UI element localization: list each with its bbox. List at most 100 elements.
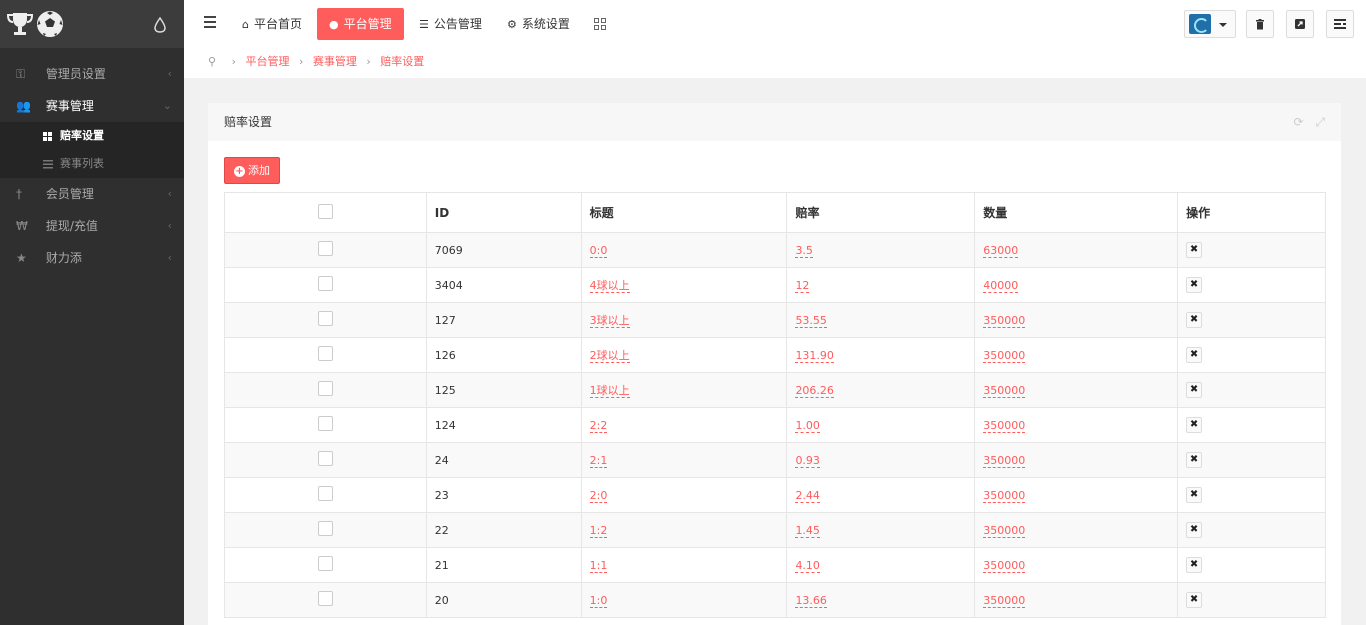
tab-announcement-management[interactable]: ☰ 公告管理 <box>407 8 494 40</box>
breadcrumb-item-match-management[interactable]: 赛事管理 <box>313 55 357 68</box>
editable-odds[interactable]: 53.55 <box>795 313 827 328</box>
tab-platform-management[interactable]: ● 平台管理 <box>317 8 404 40</box>
panel-header: 赔率设置 ⟳ ⤢ <box>208 103 1341 141</box>
tab-label: 公告管理 <box>433 17 482 31</box>
editable-odds[interactable]: 3.5 <box>795 243 813 258</box>
editable-odds[interactable]: 13.66 <box>795 593 827 608</box>
delete-button[interactable]: ✖ <box>1186 312 1203 328</box>
editable-odds[interactable]: 206.26 <box>795 383 834 398</box>
cell-id: 23 <box>425 477 582 513</box>
row-checkbox[interactable] <box>317 451 333 466</box>
delete-button[interactable]: ✖ <box>1186 487 1203 503</box>
submenu-match-management: 赔率设置 赛事列表 <box>0 122 184 178</box>
sidebar-item-withdraw-recharge[interactable]: ₩ 提现/充值 ‹ <box>0 210 184 242</box>
editable-odds[interactable]: 2.44 <box>795 488 820 503</box>
delete-button[interactable]: ✖ <box>1186 277 1203 293</box>
editable-odds[interactable]: 131.90 <box>795 348 834 363</box>
cell-quantity: 350000 <box>974 302 1179 338</box>
delete-button[interactable]: ✖ <box>1186 242 1203 258</box>
editable-odds[interactable]: 1.00 <box>795 418 820 433</box>
row-checkbox[interactable] <box>317 591 333 606</box>
sidebar-item-member-management[interactable]: † 会员管理 ‹ <box>0 178 184 210</box>
select-all-checkbox[interactable] <box>317 203 333 219</box>
row-checkbox[interactable] <box>317 346 333 361</box>
editable-odds[interactable]: 0.93 <box>795 453 820 468</box>
editable-quantity[interactable]: 350000 <box>983 453 1026 468</box>
sidebar-item-admin-settings[interactable]: ⚿ 管理员设置 ‹ <box>0 58 184 90</box>
delete-button[interactable]: ✖ <box>1186 522 1203 538</box>
delete-button[interactable]: ✖ <box>1186 452 1203 468</box>
editable-title[interactable]: 4球以上 <box>589 279 630 293</box>
row-checkbox[interactable] <box>317 311 333 326</box>
breadcrumb-item-odds-settings[interactable]: 赔率设置 <box>380 55 424 68</box>
row-checkbox[interactable] <box>317 556 333 571</box>
row-checkbox[interactable] <box>317 521 333 536</box>
row-checkbox[interactable] <box>317 276 333 291</box>
open-external-button[interactable] <box>1286 10 1314 38</box>
editable-quantity[interactable]: 350000 <box>983 558 1026 573</box>
editable-title[interactable]: 0:0 <box>589 243 608 258</box>
editable-quantity[interactable]: 350000 <box>983 593 1026 608</box>
sidebar-subitem-match-list[interactable]: 赛事列表 <box>0 150 184 178</box>
editable-title[interactable]: 3球以上 <box>589 314 630 328</box>
row-select-cell <box>224 267 427 303</box>
editable-title[interactable]: 2球以上 <box>589 349 630 363</box>
add-button[interactable]: + 添加 <box>224 157 280 184</box>
cell-odds: 1.00 <box>786 407 976 443</box>
refresh-icon[interactable]: ⟳ <box>1294 115 1304 129</box>
gear-icon: ⚙ <box>507 18 517 31</box>
breadcrumb-item-platform-management[interactable]: 平台管理 <box>245 55 289 68</box>
drop-icon[interactable] <box>154 17 166 33</box>
cell-actions: ✖ <box>1177 442 1326 478</box>
editable-quantity[interactable]: 350000 <box>983 488 1026 503</box>
delete-button[interactable]: ✖ <box>1186 557 1203 573</box>
editable-odds[interactable]: 1.45 <box>795 523 820 538</box>
editable-title[interactable]: 1:1 <box>589 558 608 573</box>
editable-title[interactable]: 2:1 <box>589 453 608 468</box>
delete-button[interactable]: ✖ <box>1186 347 1203 363</box>
row-checkbox[interactable] <box>317 381 333 396</box>
editable-title[interactable]: 1:2 <box>589 523 608 538</box>
user-icon: ● <box>329 18 339 31</box>
row-select-cell <box>224 407 427 443</box>
clear-cache-button[interactable] <box>1246 10 1274 38</box>
editable-title[interactable]: 1球以上 <box>589 384 630 398</box>
sidebar-item-finance[interactable]: ★ 财力添 ‹ <box>0 242 184 274</box>
delete-button[interactable]: ✖ <box>1186 417 1203 433</box>
delete-button[interactable]: ✖ <box>1186 592 1203 608</box>
user-avatar-dropdown[interactable] <box>1184 10 1236 38</box>
layout-settings-button[interactable] <box>1326 10 1354 38</box>
cell-id: 124 <box>425 407 582 443</box>
cell-quantity: 350000 <box>974 512 1179 548</box>
tab-system-settings[interactable]: ⚙ 系统设置 <box>495 8 582 40</box>
editable-title[interactable]: 2:0 <box>589 488 608 503</box>
hamburger-menu-icon[interactable] <box>204 16 216 30</box>
row-checkbox[interactable] <box>317 486 333 501</box>
editable-odds[interactable]: 4.10 <box>795 558 820 573</box>
editable-odds[interactable]: 12 <box>795 278 810 293</box>
table-row: 126 2球以上 131.90 350000 ✖ <box>224 337 1326 373</box>
editable-quantity[interactable]: 350000 <box>983 418 1026 433</box>
editable-quantity[interactable]: 40000 <box>983 278 1019 293</box>
row-select-cell <box>224 547 427 583</box>
sidebar-subitem-odds-settings[interactable]: 赔率设置 <box>0 122 184 150</box>
row-checkbox[interactable] <box>317 241 333 256</box>
user-icon: † <box>16 187 22 201</box>
chevron-left-icon: ‹ <box>167 187 172 200</box>
table-row: 23 2:0 2.44 350000 ✖ <box>224 477 1326 513</box>
editable-title[interactable]: 1:0 <box>589 593 608 608</box>
editable-quantity[interactable]: 350000 <box>983 348 1026 363</box>
editable-title[interactable]: 2:2 <box>589 418 608 433</box>
tab-platform-home[interactable]: ⌂ 平台首页 <box>230 8 314 40</box>
cell-quantity: 350000 <box>974 582 1179 618</box>
editable-quantity[interactable]: 63000 <box>983 243 1019 258</box>
row-checkbox[interactable] <box>317 416 333 431</box>
editable-quantity[interactable]: 350000 <box>983 313 1026 328</box>
sidebar-item-match-management[interactable]: 👥 赛事管理 ⌄ <box>0 90 184 122</box>
odds-table: ID 标题 赔率 数量 操作 7069 0:0 3.5 63000 ✖ 3404 4球以上 1… <box>224 192 1326 618</box>
editable-quantity[interactable]: 350000 <box>983 523 1026 538</box>
apps-grid-icon[interactable] <box>594 18 606 30</box>
fullscreen-icon[interactable]: ⤢ <box>1315 115 1325 129</box>
delete-button[interactable]: ✖ <box>1186 382 1203 398</box>
editable-quantity[interactable]: 350000 <box>983 383 1026 398</box>
